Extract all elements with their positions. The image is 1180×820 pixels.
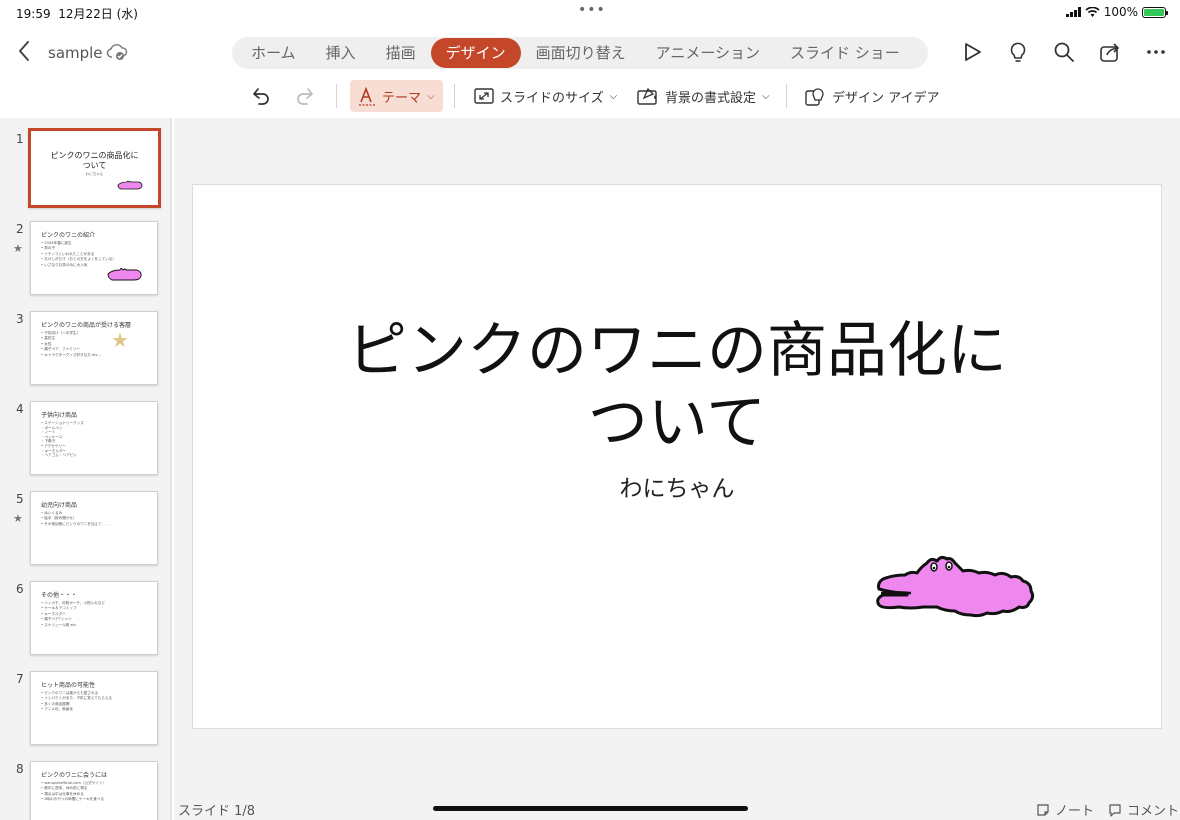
thumbnail-bullets: • ステーショナリーグッズ ・ボールペン ・ノート ・ペンケース ・下敷き • ア… bbox=[41, 421, 84, 458]
design-ideas-button[interactable]: デザイン アイデア bbox=[804, 80, 939, 112]
slide-size-icon bbox=[474, 88, 494, 104]
notes-icon bbox=[1037, 803, 1049, 816]
ribbon-divider bbox=[786, 84, 787, 108]
battery-percent: 100% bbox=[1103, 5, 1138, 19]
slide-size-label: スライドのサイズ bbox=[500, 90, 604, 106]
slide-subtitle[interactable]: わにちゃん bbox=[193, 469, 1161, 503]
comments-button[interactable]: コメント bbox=[1108, 800, 1179, 819]
format-background-button[interactable]: 背景の書式設定 ⌵ bbox=[637, 80, 770, 112]
undo-icon[interactable] bbox=[248, 84, 272, 108]
slide-editor-canvas[interactable]: ピンクのワニの商品化に ついて わにちゃん bbox=[174, 118, 1180, 820]
home-indicator[interactable] bbox=[433, 806, 748, 811]
slide-number: 5 bbox=[16, 492, 24, 506]
slide-number: 6 bbox=[16, 582, 24, 596]
slide-number: 2 bbox=[16, 222, 24, 236]
thumbnail-bullets: • 子供向け（～中学生） • 高校生 • 女性 • 親子ペア、ファミリー • キャラクタ… bbox=[41, 331, 102, 357]
chevron-down-icon: ⌵ bbox=[762, 90, 770, 102]
tab-animations[interactable]: アニメーション bbox=[641, 38, 775, 68]
thumbnail-title: 子供向け商品 bbox=[41, 412, 78, 419]
thumbnail-subtitle: わにちゃん bbox=[85, 172, 104, 176]
slide-number: 8 bbox=[16, 762, 24, 776]
slide-title[interactable]: ピンクのワニの商品化に ついて bbox=[193, 315, 1161, 459]
play-icon[interactable] bbox=[960, 40, 984, 64]
ribbon-divider bbox=[336, 84, 337, 108]
redo-icon[interactable] bbox=[294, 84, 318, 108]
thumbnail-title: ピンクのワニの商品化について bbox=[50, 151, 139, 170]
thumbnail-bullets: • wanipinkofficial.com（公式サイト） • 都内に週末、休み前… bbox=[41, 781, 107, 802]
theme-button[interactable]: テーマ ⌵ bbox=[350, 80, 443, 112]
comments-label: コメント bbox=[1127, 804, 1180, 819]
tab-transitions[interactable]: 画面切り替え bbox=[521, 38, 641, 68]
thumbnail-bullets: • 19XX年春に誕生 • 男の子 • ツチノコといわれたことがある • おけしがだけ… bbox=[41, 241, 116, 267]
tab-home[interactable]: ホーム bbox=[236, 38, 311, 68]
design-ribbon: テーマ ⌵ スライドのサイズ ⌵ 背景の書式設定 ⌵ デザイン アイデア bbox=[0, 78, 1180, 116]
slide-thumbnail-1[interactable]: ピンクのワニの商品化について わにちゃん bbox=[28, 128, 161, 208]
slide-thumbnail-4[interactable]: 子供向け商品 • ステーショナリーグッズ ・ボールペン ・ノート ・ペンケース … bbox=[30, 401, 158, 475]
thumbnail-title: ピンクのワニの紹介 bbox=[41, 232, 96, 239]
ribbon-tabs: ホーム 挿入 描画 デザイン 画面切り替え アニメーション スライド ショー bbox=[232, 37, 928, 69]
thumbnail-bullets: • ぬいぐるみ • 絵本（読み聞かせ） • その他幼稚にピンクのワニを加えて．．． bbox=[41, 511, 113, 526]
format-background-icon bbox=[637, 87, 657, 105]
tab-insert[interactable]: 挿入 bbox=[311, 38, 371, 68]
format-background-label: 背景の書式設定 bbox=[665, 90, 757, 106]
slide-thumbnail-8[interactable]: ピンクのワニに会うには • wanipinkofficial.com（公式サイト… bbox=[30, 761, 158, 820]
design-ideas-label: デザイン アイデア bbox=[832, 90, 940, 106]
status-time: 19:59 12月22日 (水) bbox=[16, 7, 138, 21]
wifi-icon bbox=[1085, 6, 1100, 17]
status-date: 12月22日 (水) bbox=[58, 7, 138, 21]
search-icon[interactable] bbox=[1052, 40, 1076, 64]
notes-label: ノート bbox=[1055, 804, 1095, 819]
pink-crocodile-image[interactable] bbox=[871, 549, 1039, 625]
cellular-signal-icon bbox=[1065, 7, 1081, 17]
star-icon: ★ bbox=[13, 242, 23, 255]
lightbulb-icon[interactable] bbox=[1006, 40, 1030, 64]
slide-thumbnail-6[interactable]: その他・・・ • ハンカチ、化粧ポーチ、小物入れなど • ケーキ＆デコトップ • キ… bbox=[30, 581, 158, 655]
share-icon[interactable] bbox=[1098, 40, 1122, 64]
chevron-down-icon: ⌵ bbox=[609, 90, 618, 102]
more-icon[interactable] bbox=[1144, 40, 1168, 64]
slide-number: 4 bbox=[16, 402, 24, 416]
thumbnail-title: その他・・・ bbox=[41, 592, 78, 599]
back-chevron-icon[interactable] bbox=[14, 38, 36, 64]
star-icon: ★ bbox=[111, 328, 129, 352]
battery-icon bbox=[1142, 6, 1168, 18]
comment-icon bbox=[1109, 803, 1121, 817]
tab-draw[interactable]: 描画 bbox=[371, 38, 431, 68]
top-toolbar: sample ホーム 挿入 描画 デザイン 画面切り替え アニメーション スライ… bbox=[0, 28, 1180, 76]
chevron-down-icon: ⌵ bbox=[427, 90, 435, 102]
pink-crocodile-image bbox=[117, 180, 143, 190]
slide-thumbnail-7[interactable]: ヒット商品の可能性 • ピンクのワニは誰からも愛される • インパクトがあり、子供… bbox=[30, 671, 158, 745]
slide-number: 7 bbox=[16, 672, 24, 686]
slide-thumbnail-pane[interactable]: 1 ピンクのワニの商品化について わにちゃん 2 ★ ピンクのワニの紹介 • 1… bbox=[0, 118, 172, 820]
ribbon-divider bbox=[454, 84, 455, 108]
thumbnail-title: ヒット商品の可能性 bbox=[41, 682, 96, 689]
slide-counter: スライド 1/8 bbox=[178, 804, 256, 819]
thumbnail-title: ピンクのワニに会うには bbox=[41, 772, 108, 779]
pink-crocodile-image bbox=[107, 268, 142, 281]
tab-slideshow[interactable]: スライド ショー bbox=[775, 38, 915, 68]
slide-thumbnail-3[interactable]: ピンクのワニの商品が受ける客層 • 子供向け（～中学生） • 高校生 • 女性 • 親… bbox=[30, 311, 158, 385]
slide-number: 3 bbox=[16, 312, 24, 326]
theme-label: テーマ bbox=[382, 90, 422, 106]
current-slide[interactable]: ピンクのワニの商品化に ついて わにちゃん bbox=[192, 184, 1162, 729]
thumbnail-title: 幼児向け商品 bbox=[41, 502, 78, 509]
theme-font-icon bbox=[359, 86, 375, 106]
cloud-saved-icon[interactable] bbox=[106, 42, 128, 62]
multitask-dots[interactable]: ••• bbox=[578, 2, 606, 18]
thumbnail-bullets: • ピンクのワニは誰からも愛される • インパクトがあり、子供に覚えてもらえる • … bbox=[41, 691, 112, 712]
star-icon: ★ bbox=[13, 512, 23, 525]
status-bar: 19:59 12月22日 (水) ••• 100% bbox=[0, 0, 1180, 26]
notes-button[interactable]: ノート bbox=[1036, 800, 1094, 819]
slide-thumbnail-2[interactable]: ピンクのワニの紹介 • 19XX年春に誕生 • 男の子 • ツチノコといわれたことが… bbox=[30, 221, 158, 295]
design-ideas-icon bbox=[805, 88, 824, 106]
slide-size-button[interactable]: スライドのサイズ ⌵ bbox=[474, 80, 617, 112]
slide-number: 1 bbox=[16, 132, 24, 146]
thumbnail-bullets: • ハンカチ、化粧ポーチ、小物入れなど • ケーキ＆デコトップ • キーホルダー • … bbox=[41, 601, 105, 627]
document-name[interactable]: sample bbox=[48, 44, 103, 62]
slide-thumbnail-5[interactable]: 幼児向け商品 • ぬいぐるみ • 絵本（読み聞かせ） • その他幼稚にピンクのワニを… bbox=[30, 491, 158, 565]
tab-design[interactable]: デザイン bbox=[430, 38, 521, 68]
